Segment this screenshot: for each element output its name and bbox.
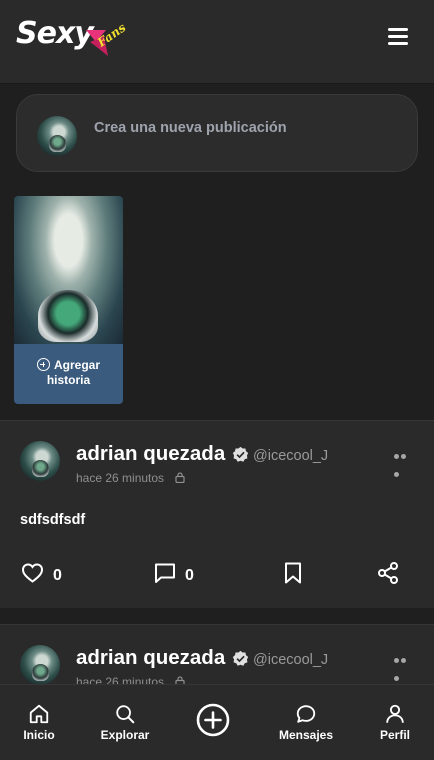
- post-author-handle[interactable]: @icecool_J: [253, 652, 328, 668]
- brand-name: Sexy: [16, 16, 94, 51]
- brand-logo[interactable]: Sexy Fans: [16, 16, 129, 66]
- post-timestamp: hace 26 minutos: [76, 471, 165, 485]
- story-card[interactable]: Agregar historia: [14, 196, 123, 404]
- new-post-composer[interactable]: Crea una nueva publicación: [16, 94, 418, 172]
- post-card: adrian quezada @icecool_J hace 26 minuto…: [0, 420, 434, 608]
- bottom-nav: Inicio Explorar Mensajes Perfil: [0, 684, 434, 760]
- composer-placeholder[interactable]: Crea una nueva publicación: [94, 120, 287, 136]
- comment-icon[interactable]: [153, 561, 177, 585]
- top-header: Sexy Fans: [0, 0, 434, 84]
- brand-suffix: Fans: [94, 20, 129, 50]
- create-post-button[interactable]: [190, 685, 236, 760]
- nav-item-perfil[interactable]: Perfil: [370, 685, 420, 760]
- astronaut-image: [38, 290, 98, 342]
- comments-count: 0: [185, 567, 194, 584]
- add-story-label: Agregar historia: [46, 358, 100, 387]
- search-icon: [116, 705, 135, 724]
- post-author-name[interactable]: adrian quezada: [76, 646, 225, 670]
- likes-count: 0: [53, 567, 62, 584]
- verified-icon: [232, 650, 249, 666]
- verified-icon: [232, 446, 249, 462]
- post-author-name[interactable]: adrian quezada: [76, 442, 225, 466]
- nav-item-inicio[interactable]: Inicio: [10, 685, 68, 760]
- add-circle-icon: [36, 358, 50, 371]
- menu-icon[interactable]: [388, 28, 408, 45]
- nav-label: Perfil: [379, 728, 410, 742]
- heart-icon[interactable]: [20, 561, 45, 585]
- post-avatar[interactable]: [20, 441, 60, 481]
- user-icon: [386, 704, 404, 723]
- nav-label: Explorar: [100, 728, 150, 742]
- add-story-button[interactable]: Agregar historia: [14, 344, 123, 404]
- more-options-icon[interactable]: [394, 446, 414, 477]
- post-text: sdfsdfsdf: [20, 512, 86, 528]
- home-icon: [29, 704, 49, 724]
- nav-label: Inicio: [23, 728, 55, 742]
- chat-icon: [296, 705, 316, 723]
- avatar: [37, 116, 77, 156]
- nav-label: Mensajes: [278, 728, 334, 742]
- nav-item-mensajes[interactable]: Mensajes: [272, 685, 340, 760]
- nav-item-explorar[interactable]: Explorar: [94, 685, 156, 760]
- more-options-icon[interactable]: [394, 650, 414, 681]
- post-author-handle[interactable]: @icecool_J: [253, 448, 328, 464]
- bookmark-icon[interactable]: [282, 561, 304, 585]
- lock-icon: [175, 472, 185, 483]
- plus-circle-icon: [196, 703, 230, 737]
- share-icon[interactable]: [376, 561, 400, 585]
- post-avatar[interactable]: [20, 645, 60, 685]
